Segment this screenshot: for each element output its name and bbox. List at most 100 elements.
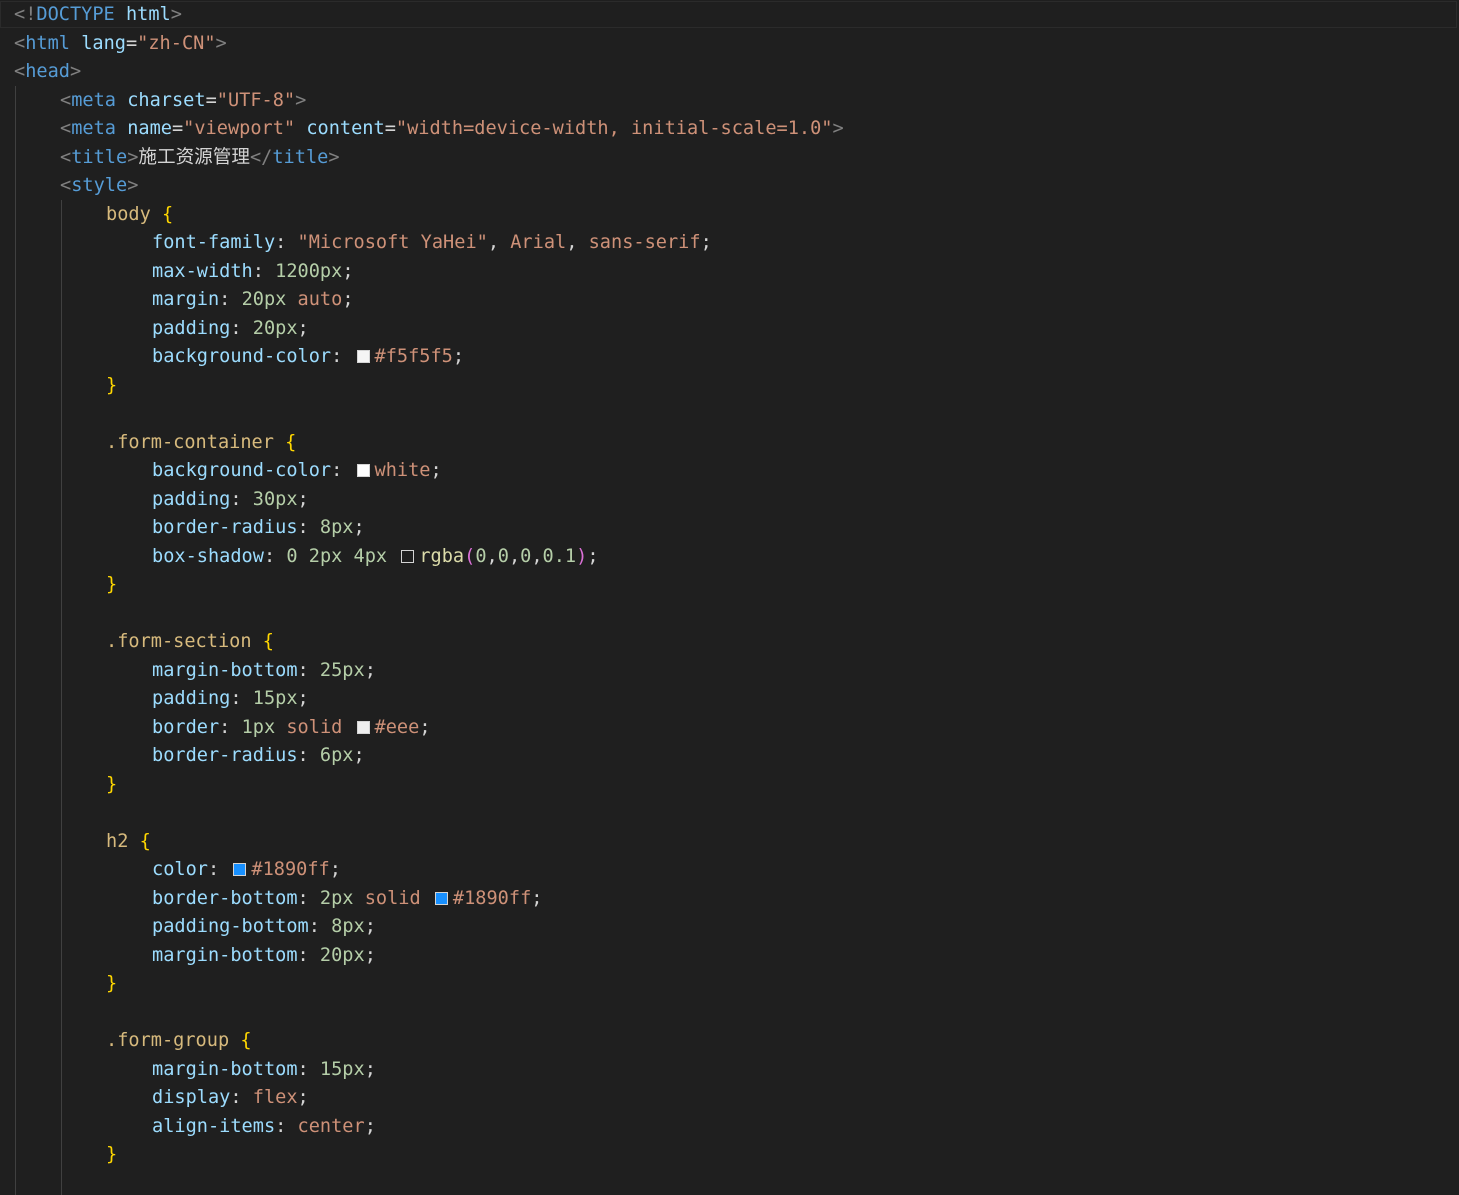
code-token: margin (152, 289, 220, 310)
color-swatch[interactable] (356, 350, 370, 363)
code-token: style (71, 175, 128, 196)
code-token: "width=device-width, initial-scale=1.0" (395, 118, 833, 139)
code-token: 15px (319, 1058, 365, 1080)
code-token: padding-bottom (152, 916, 309, 937)
color-swatch[interactable] (356, 720, 370, 734)
code-token: > (215, 32, 227, 54)
code-line: max-width: 1200px; (152, 258, 354, 287)
code-line: } (106, 1141, 117, 1170)
code-token: : (297, 887, 320, 909)
code-token: ; (297, 688, 309, 709)
code-line: } (106, 970, 117, 999)
code-token: <! (14, 4, 37, 25)
code-line: <html lang="zh-CN"> (14, 30, 227, 59)
code-token: : (297, 944, 320, 966)
code-token: = (171, 118, 184, 139)
code-token: color (152, 859, 208, 880)
code-token: : (219, 289, 242, 310)
code-token: rgba (419, 545, 465, 567)
code-token: "zh-CN" (137, 32, 216, 54)
code-line: border: 1px solid #eee; (152, 714, 431, 743)
code-token: : (331, 460, 354, 481)
code-token: sans-serif (588, 232, 701, 253)
code-token: #eee (374, 716, 420, 738)
code-token: : (297, 1058, 320, 1080)
code-token: > (328, 146, 340, 168)
code-token: < (60, 89, 72, 111)
color-swatch[interactable] (401, 549, 415, 563)
color-swatch[interactable] (233, 863, 247, 876)
code-token: padding (152, 488, 231, 510)
code-token: 2px (319, 887, 354, 909)
code-token: { (262, 631, 274, 652)
code-token: 8px (331, 916, 365, 937)
code-line: <style> (60, 172, 138, 201)
code-token: max-width (152, 260, 253, 282)
color-swatch[interactable] (434, 891, 448, 905)
code-line: border-bottom: 2px solid #1890ff; (152, 885, 542, 914)
code-token: 20px (252, 317, 298, 339)
code-token: ; (329, 859, 341, 880)
color-swatch[interactable] (356, 464, 370, 477)
code-editor[interactable]: <!DOCTYPE html> <html lang="zh-CN"> <head>… (0, 0, 1459, 1195)
code-token: html (125, 4, 171, 25)
code-token: name (127, 118, 172, 139)
code-token: < (14, 32, 26, 54)
code-token: white (374, 460, 431, 481)
code-token: ; (342, 260, 354, 282)
code-token: : (297, 745, 320, 766)
code-token: .form-group (106, 1030, 230, 1051)
code-token: { (240, 1030, 252, 1051)
code-token: lang (81, 32, 126, 54)
code-token: = (384, 118, 396, 139)
code-token: < (60, 118, 72, 139)
code-line: align-items: center; (152, 1113, 376, 1142)
code-token: , (487, 232, 511, 253)
code-token: border-radius (152, 745, 298, 766)
code-token: ; (531, 887, 543, 909)
code-line: <meta name="viewport" content="width=dev… (60, 115, 844, 144)
code-token: h2 (106, 830, 129, 852)
code-token: html (25, 32, 70, 54)
code-token: meta (71, 118, 116, 139)
code-token: } (106, 973, 118, 994)
code-token: ) (576, 545, 588, 567)
code-token: : (230, 488, 253, 510)
code-token: : (297, 517, 320, 538)
code-token: } (106, 773, 118, 795)
code-token: : (331, 346, 354, 367)
code-token: = (125, 32, 138, 54)
code-line: margin: 20px auto; (152, 286, 354, 315)
code-line: h2 { (106, 828, 151, 857)
code-token: 20px (241, 289, 287, 310)
code-token: < (60, 146, 72, 168)
code-line: margin-bottom: 20px; (152, 942, 376, 971)
code-token: ; (364, 916, 376, 937)
code-token: "Microsoft YaHei" (297, 232, 488, 253)
code-token: background-color (152, 346, 332, 367)
code-line: margin-bottom: 15px; (152, 1056, 376, 1085)
code-line: .form-section { (106, 628, 274, 657)
code-token: border-bottom (152, 887, 298, 909)
code-token: margin-bottom (152, 944, 298, 966)
code-token: : (252, 260, 276, 282)
code-token: align-items (152, 1115, 276, 1137)
code-token: > (127, 175, 139, 196)
code-token: ; (342, 289, 354, 310)
code-token: background-color (152, 460, 332, 481)
code-token: } (106, 1144, 118, 1165)
code-token: head (25, 61, 70, 82)
code-token: , (531, 545, 543, 567)
code-token: charset (127, 89, 206, 111)
code-line: } (106, 771, 117, 800)
